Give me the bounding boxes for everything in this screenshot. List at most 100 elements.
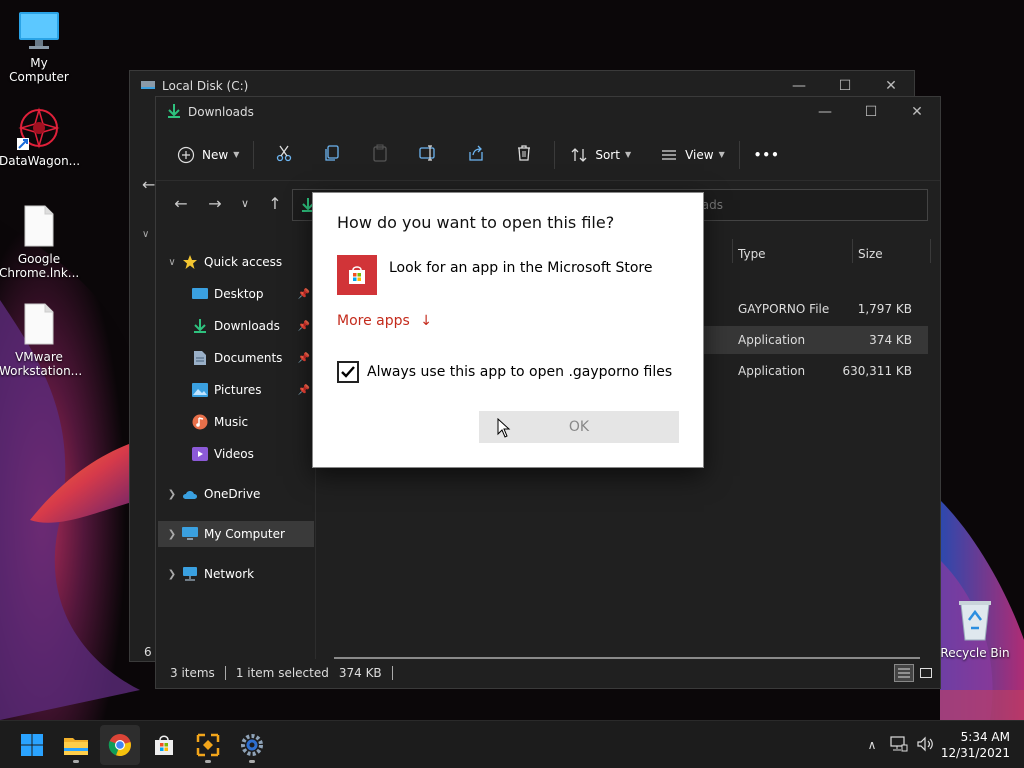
sidebar-item-pictures[interactable]: Pictures 📌 (192, 377, 312, 403)
sort-icon (569, 145, 589, 165)
clock-date: 12/31/2021 (940, 746, 1010, 760)
column-separator[interactable] (732, 239, 733, 263)
caption-buttons: — ☐ ✕ (802, 97, 940, 127)
back-button[interactable]: ← (164, 188, 198, 218)
sidebar-item-onedrive[interactable]: ❯ OneDrive (162, 481, 318, 507)
tiles-view-icon (920, 668, 932, 678)
chrome-icon (108, 734, 131, 757)
sidebar-item-documents[interactable]: Documents 📌 (192, 345, 312, 371)
desktop-icon-datawagon[interactable]: DataWagon... (0, 106, 81, 168)
command-bar: New ▼ Sort ▼ View ▼ ••• (156, 129, 940, 181)
share-icon (467, 144, 485, 165)
store-option-label: Look for an app in the Microsoft Store (389, 260, 653, 276)
desktop-icon-label: Recycle Bin (940, 646, 1010, 660)
selection-count: 1 item selected (235, 666, 329, 680)
taskbar-file-explorer[interactable] (56, 725, 96, 765)
running-indicator (73, 760, 79, 763)
arrow-down-icon: ↓ (420, 313, 432, 329)
desktop-icon (192, 286, 208, 302)
taskbar-network-tool[interactable] (188, 725, 228, 765)
sidebar-item-network[interactable]: ❯ Network (162, 561, 318, 587)
sidebar-item-videos[interactable]: Videos (192, 441, 312, 467)
start-icon (21, 734, 43, 756)
chevron-up-icon[interactable]: ∧ (862, 738, 882, 752)
file-explorer-icon (64, 738, 88, 755)
start-button[interactable] (12, 725, 52, 765)
share-button[interactable] (452, 138, 500, 172)
paste-button[interactable] (356, 138, 404, 172)
cut-button[interactable] (260, 138, 308, 172)
network-status-icon[interactable] (890, 735, 908, 755)
more-options-button[interactable]: ••• (746, 138, 788, 172)
new-button[interactable]: New ▼ (168, 138, 247, 172)
column-separator[interactable] (930, 239, 931, 263)
tiles-view-button[interactable] (916, 664, 936, 682)
new-label: New (202, 147, 229, 162)
clock-time: 5:34 AM (960, 730, 1010, 744)
arrow-up-icon: ↑ (268, 193, 282, 213)
chevron-right-icon[interactable]: ❯ (162, 489, 182, 500)
chevron-right-icon[interactable]: ❯ (162, 529, 182, 540)
chevron-down-icon[interactable]: ∨ (162, 257, 182, 268)
view-button[interactable]: View ▼ (651, 138, 733, 172)
copy-button[interactable] (308, 138, 356, 172)
details-view-icon (898, 668, 910, 678)
desktop-icon-recycle-bin[interactable]: Recycle Bin (935, 598, 1015, 660)
always-use-checkbox[interactable] (337, 361, 359, 383)
file-icon (17, 302, 61, 346)
copy-icon (323, 144, 341, 165)
more-apps-link[interactable]: More apps ↓ (337, 313, 432, 329)
taskbar-settings[interactable] (232, 725, 272, 765)
rename-button[interactable] (404, 138, 452, 172)
column-header-type[interactable]: Type (738, 239, 766, 269)
mouse-cursor-icon (497, 417, 511, 441)
arrow-right-icon: → (208, 193, 222, 213)
sidebar-item-downloads[interactable]: Downloads 📌 (192, 313, 312, 339)
desktop-icon-label: DataWagon... (0, 154, 81, 168)
store-icon (155, 735, 173, 755)
desktop-icon-vmware[interactable]: VMware Workstation... (0, 302, 82, 378)
rename-icon (419, 144, 437, 165)
column-header-size[interactable]: Size (858, 239, 883, 269)
more-apps-label: More apps (337, 313, 410, 329)
file-type: GAYPORNO File (738, 302, 830, 316)
details-view-button[interactable] (894, 664, 914, 682)
delete-button[interactable] (500, 138, 548, 172)
minimize-button[interactable]: — (802, 97, 848, 127)
settings-icon (241, 734, 263, 756)
pin-icon: 📌 (297, 320, 310, 332)
column-separator[interactable] (852, 239, 853, 263)
sidebar-item-music[interactable]: Music (192, 409, 312, 435)
plus-circle-icon (176, 145, 196, 165)
sidebar-item-quick-access[interactable]: ∨ Quick access (162, 249, 318, 275)
volume-icon[interactable] (916, 736, 934, 755)
chevron-down-icon[interactable]: ∨ (142, 229, 149, 240)
window-title: Downloads (188, 105, 254, 119)
back-arrow-icon[interactable]: ← (142, 175, 155, 194)
clock[interactable]: 5:34 AM 12/31/2021 (941, 729, 1010, 761)
maximize-button[interactable]: ☐ (848, 97, 894, 127)
desktop-icon-my-computer[interactable]: My Computer (0, 8, 79, 84)
desktop-icon-chrome-lnk[interactable]: Google Chrome.lnk... (0, 204, 79, 280)
sidebar-item-my-computer[interactable]: ❯ My Computer (158, 521, 314, 547)
always-use-option[interactable]: Always use this app to open .gayporno fi… (337, 361, 672, 383)
file-icon (17, 204, 61, 248)
item-count: 3 items (170, 666, 215, 680)
more-label: ••• (753, 147, 780, 162)
close-button[interactable]: ✕ (894, 97, 940, 127)
microsoft-store-option[interactable]: Look for an app in the Microsoft Store (337, 255, 652, 295)
recent-locations-button[interactable]: ∨ (232, 188, 258, 218)
download-icon (166, 103, 182, 122)
forward-button[interactable]: → (198, 188, 232, 218)
sidebar-item-desktop[interactable]: Desktop 📌 (192, 281, 312, 307)
chevron-right-icon[interactable]: ❯ (162, 569, 182, 580)
taskbar-store[interactable] (144, 725, 184, 765)
pin-icon: 📌 (297, 288, 310, 300)
paste-icon (371, 144, 389, 165)
chevron-down-icon: ▼ (718, 150, 725, 159)
cloud-icon (182, 486, 198, 502)
up-button[interactable]: ↑ (258, 188, 292, 218)
view-label: View (685, 147, 714, 162)
taskbar-chrome[interactable] (100, 725, 140, 765)
sort-button[interactable]: Sort ▼ (561, 138, 639, 172)
